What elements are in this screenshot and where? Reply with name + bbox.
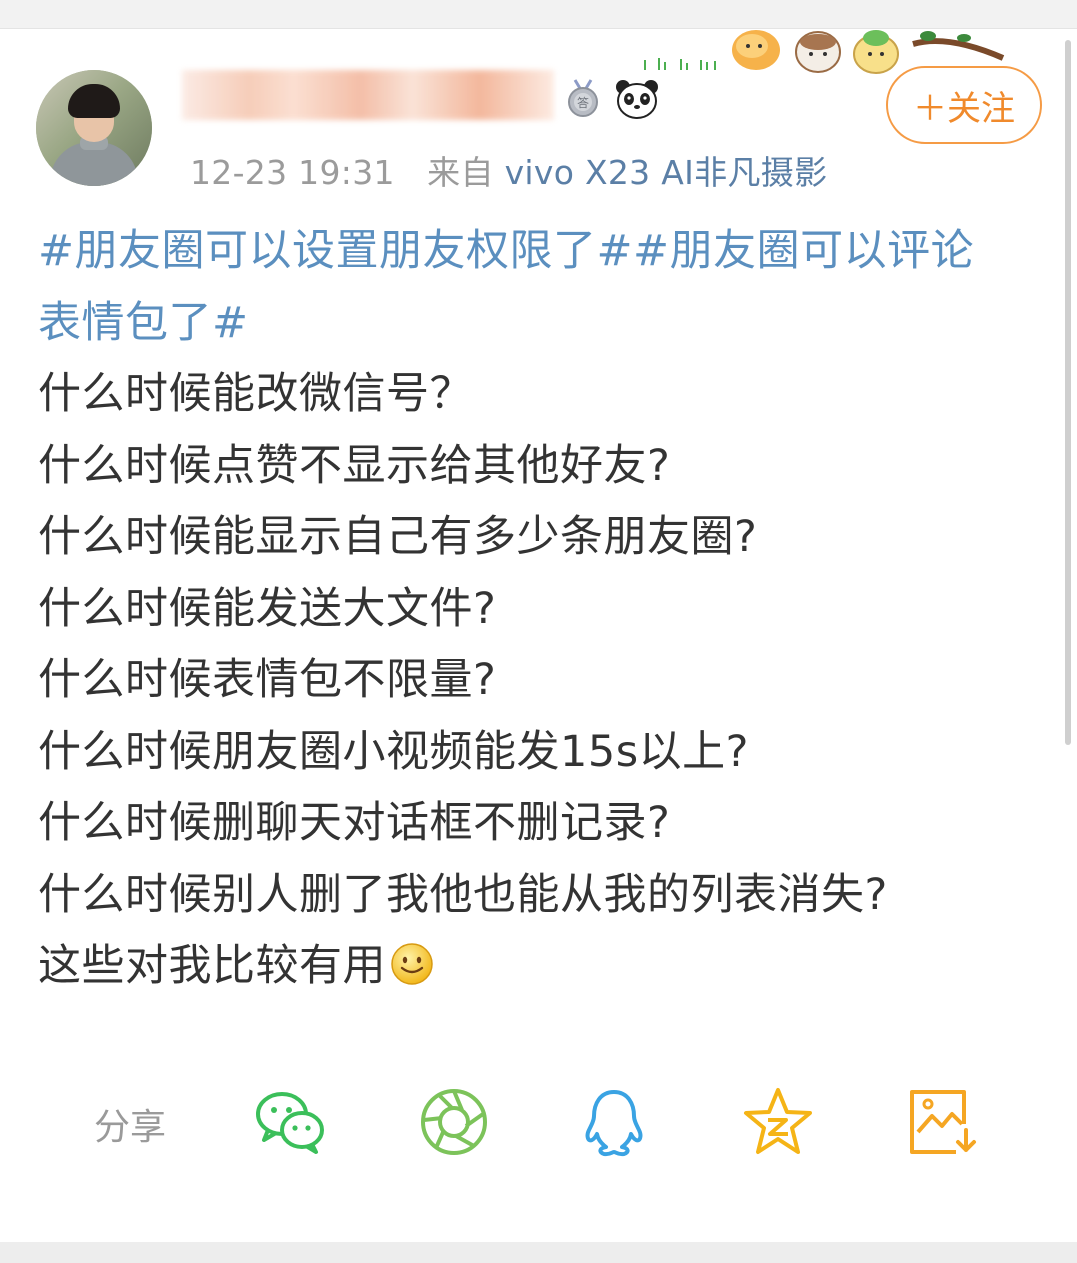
svg-text:答: 答 [577,95,589,110]
username-blurred[interactable] [182,70,554,120]
post-line: 什么时候别人删了我他也能从我的列表消失? [38,869,888,920]
via-label: 来自 [427,153,494,192]
device-name[interactable]: vivo X23 AI非凡摄影 [505,153,828,192]
smile-icon [391,943,433,985]
post-meta: 12-23 19:31 来自 vivo X23 AI非凡摄影 [190,146,827,194]
post-body: #朋友圈可以设置朋友权限了##朋友圈可以评论 表情包了# 什么时候能改微信号？ … [38,216,1048,1003]
post-line: 什么时候朋友圈小视频能发15s以上? [38,726,749,777]
avatar[interactable] [36,70,152,186]
share-qq-button[interactable] [576,1084,652,1160]
share-qzone-button[interactable] [740,1084,816,1160]
post-line: 什么时候能显示自己有多少条朋友圈? [38,512,758,562]
qzone-icon [744,1088,812,1154]
timestamp: 12-23 19:31 [190,153,395,192]
post-line: 什么时候表情包不限量? [38,655,497,705]
share-bar: 分享 [0,1070,1077,1170]
post-line: 什么时候删聊天对话框不删记录? [38,798,671,848]
panda-icon [616,80,658,119]
follow-button[interactable]: ＋关注 [886,66,1042,144]
scrollbar[interactable] [1065,40,1071,745]
topic-link[interactable]: #朋友圈可以设置朋友权限了##朋友圈可以评论 [38,216,1048,288]
post-line-last: 这些对我比较有用 [38,931,1048,1003]
post-line: 什么时候点赞不显示给其他好友? [38,440,671,491]
share-label: 分享 [94,1107,167,1148]
share-moments-button[interactable] [416,1084,492,1160]
qq-icon [585,1090,643,1157]
wechat-icon [256,1092,324,1154]
topic-link[interactable]: 表情包了# [38,288,1048,360]
save-image-button[interactable] [904,1084,980,1160]
post-line: 什么时候能发送大文件? [38,583,497,634]
share-wechat-button[interactable] [252,1084,328,1160]
post-line-text: 这些对我比较有用 [38,941,386,991]
post-line: 什么时候能改微信号？ [38,369,473,419]
decoration-bars [644,58,716,70]
save-image-icon [910,1090,976,1154]
medal-icon: 答 [568,79,598,117]
bottom-strip [0,1242,1077,1263]
moments-icon [421,1089,487,1155]
